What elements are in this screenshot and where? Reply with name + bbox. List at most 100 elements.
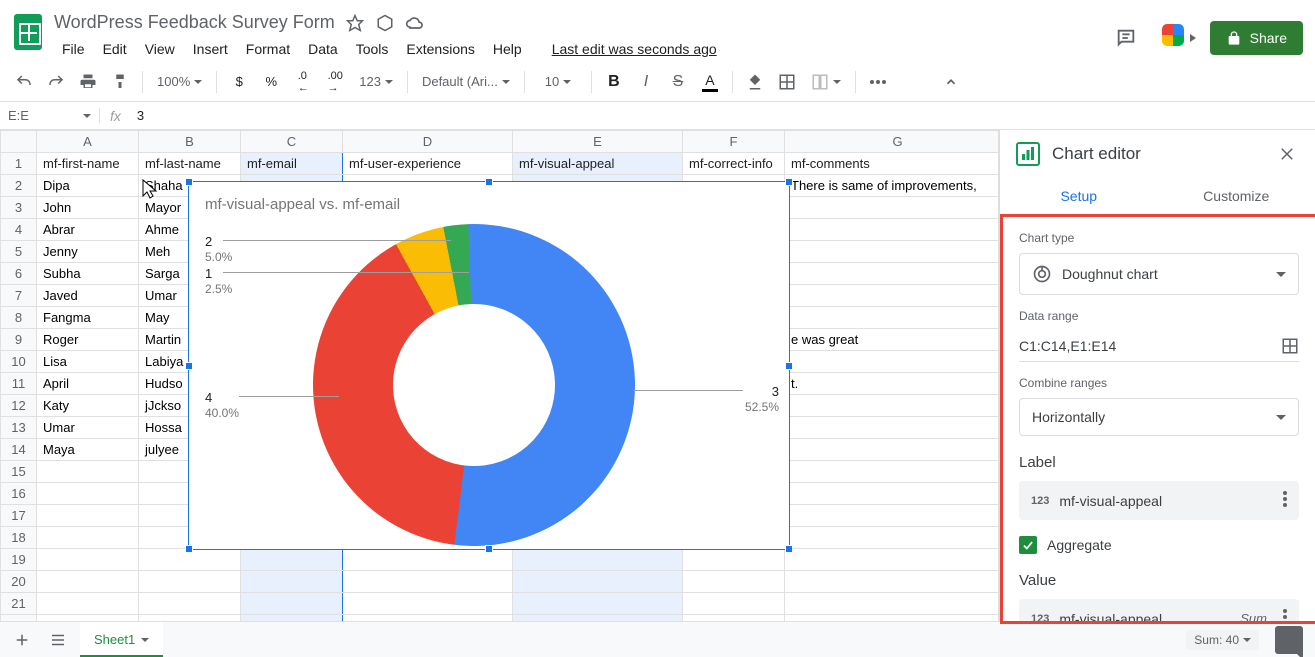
cell[interactable]: [37, 527, 139, 549]
combine-ranges-dropdown[interactable]: Horizontally: [1019, 398, 1299, 436]
row-header[interactable]: 6: [1, 263, 37, 285]
menu-help[interactable]: Help: [485, 37, 530, 61]
row-header[interactable]: 16: [1, 483, 37, 505]
cell[interactable]: Maya: [37, 439, 139, 461]
cell[interactable]: Abrar: [37, 219, 139, 241]
cell[interactable]: [513, 615, 683, 622]
cell[interactable]: [785, 241, 1000, 263]
close-button[interactable]: [1275, 142, 1299, 166]
cell[interactable]: [785, 439, 1000, 461]
cell[interactable]: Javed: [37, 285, 139, 307]
cell[interactable]: [785, 483, 1000, 505]
sheet-tab[interactable]: Sheet1: [80, 622, 163, 657]
col-header-selected[interactable]: E: [513, 131, 683, 153]
cell[interactable]: [513, 571, 683, 593]
sheets-logo[interactable]: [8, 12, 48, 52]
cell[interactable]: [37, 505, 139, 527]
cell[interactable]: [785, 219, 1000, 241]
embedded-chart[interactable]: mf-visual-appeal vs. mf-email 25.0% 12.5…: [188, 181, 790, 550]
menu-format[interactable]: Format: [238, 37, 298, 61]
row-header[interactable]: 4: [1, 219, 37, 241]
cell[interactable]: [785, 395, 1000, 417]
tab-setup[interactable]: Setup: [1000, 178, 1158, 216]
cell[interactable]: mf-last-name: [139, 153, 241, 175]
menu-data[interactable]: Data: [300, 37, 346, 61]
row-header[interactable]: 19: [1, 549, 37, 571]
doc-title[interactable]: WordPress Feedback Survey Form: [54, 12, 335, 33]
cell[interactable]: There is same of improvements,: [785, 175, 1000, 197]
row-header[interactable]: 5: [1, 241, 37, 263]
cell[interactable]: April: [37, 373, 139, 395]
menu-extensions[interactable]: Extensions: [398, 37, 482, 61]
formula-value[interactable]: 3: [131, 108, 144, 123]
row-header[interactable]: 17: [1, 505, 37, 527]
cell[interactable]: mf-comments: [785, 153, 1000, 175]
cell[interactable]: [785, 307, 1000, 329]
cell[interactable]: [785, 527, 1000, 549]
select-all-corner[interactable]: [1, 131, 37, 153]
cell[interactable]: t.: [785, 373, 1000, 395]
font-dropdown[interactable]: Default (Ari...: [416, 68, 516, 96]
more-toolbar-button[interactable]: [864, 68, 892, 96]
row-header[interactable]: 22: [1, 615, 37, 622]
meet-icon[interactable]: [1158, 18, 1198, 58]
cell[interactable]: [785, 593, 1000, 615]
cell[interactable]: Katy: [37, 395, 139, 417]
row-header[interactable]: 10: [1, 351, 37, 373]
redo-button[interactable]: [42, 68, 70, 96]
aggregate-checkbox-row[interactable]: Aggregate: [1019, 536, 1299, 554]
cell[interactable]: Umar: [37, 417, 139, 439]
cell[interactable]: Jenny: [37, 241, 139, 263]
menu-edit[interactable]: Edit: [95, 37, 135, 61]
cell[interactable]: mf-user-experience: [343, 153, 513, 175]
cell[interactable]: [37, 549, 139, 571]
name-box[interactable]: E:E: [0, 108, 100, 123]
cell[interactable]: [785, 615, 1000, 622]
menu-view[interactable]: View: [137, 37, 183, 61]
row-header[interactable]: 21: [1, 593, 37, 615]
aggregate-checkbox[interactable]: [1019, 536, 1037, 554]
text-color-button[interactable]: A: [696, 68, 724, 96]
label-chip[interactable]: 123 mf-visual-appeal: [1019, 481, 1299, 520]
cell[interactable]: [785, 351, 1000, 373]
row-header[interactable]: 18: [1, 527, 37, 549]
explore-button[interactable]: [1275, 626, 1303, 654]
cloud-icon[interactable]: [405, 13, 425, 33]
menu-insert[interactable]: Insert: [185, 37, 236, 61]
col-header[interactable]: D: [343, 131, 513, 153]
row-header[interactable]: 8: [1, 307, 37, 329]
currency-button[interactable]: $: [225, 68, 253, 96]
tab-customize[interactable]: Customize: [1158, 178, 1315, 216]
data-range-input[interactable]: C1:C14,E1:E14: [1019, 331, 1299, 362]
comments-icon[interactable]: [1106, 18, 1146, 58]
font-size-dropdown[interactable]: 10: [533, 68, 583, 96]
row-header[interactable]: 9: [1, 329, 37, 351]
undo-button[interactable]: [10, 68, 38, 96]
increase-decimal-button[interactable]: .00→: [321, 68, 349, 96]
value-chip[interactable]: 123 mf-visual-appeal Sum: [1019, 599, 1299, 624]
cell[interactable]: Roger: [37, 329, 139, 351]
row-header[interactable]: 7: [1, 285, 37, 307]
borders-button[interactable]: [773, 68, 801, 96]
cell[interactable]: [683, 571, 785, 593]
print-button[interactable]: [74, 68, 102, 96]
row-header[interactable]: 2: [1, 175, 37, 197]
cell[interactable]: [37, 461, 139, 483]
cell[interactable]: [343, 593, 513, 615]
menu-file[interactable]: File: [54, 37, 93, 61]
chart-type-dropdown[interactable]: Doughnut chart: [1019, 253, 1299, 295]
cell[interactable]: e was great: [785, 329, 1000, 351]
all-sheets-button[interactable]: [44, 626, 72, 654]
row-header[interactable]: 13: [1, 417, 37, 439]
quicksum-pill[interactable]: Sum: 40: [1186, 630, 1259, 650]
cell[interactable]: mf-visual-appeal: [513, 153, 683, 175]
cell[interactable]: [785, 263, 1000, 285]
col-header[interactable]: A: [37, 131, 139, 153]
cell[interactable]: [785, 285, 1000, 307]
cell[interactable]: [683, 549, 785, 571]
paint-format-button[interactable]: [106, 68, 134, 96]
cell[interactable]: John: [37, 197, 139, 219]
cell[interactable]: [241, 615, 343, 622]
star-icon[interactable]: [345, 13, 365, 33]
row-header[interactable]: 11: [1, 373, 37, 395]
